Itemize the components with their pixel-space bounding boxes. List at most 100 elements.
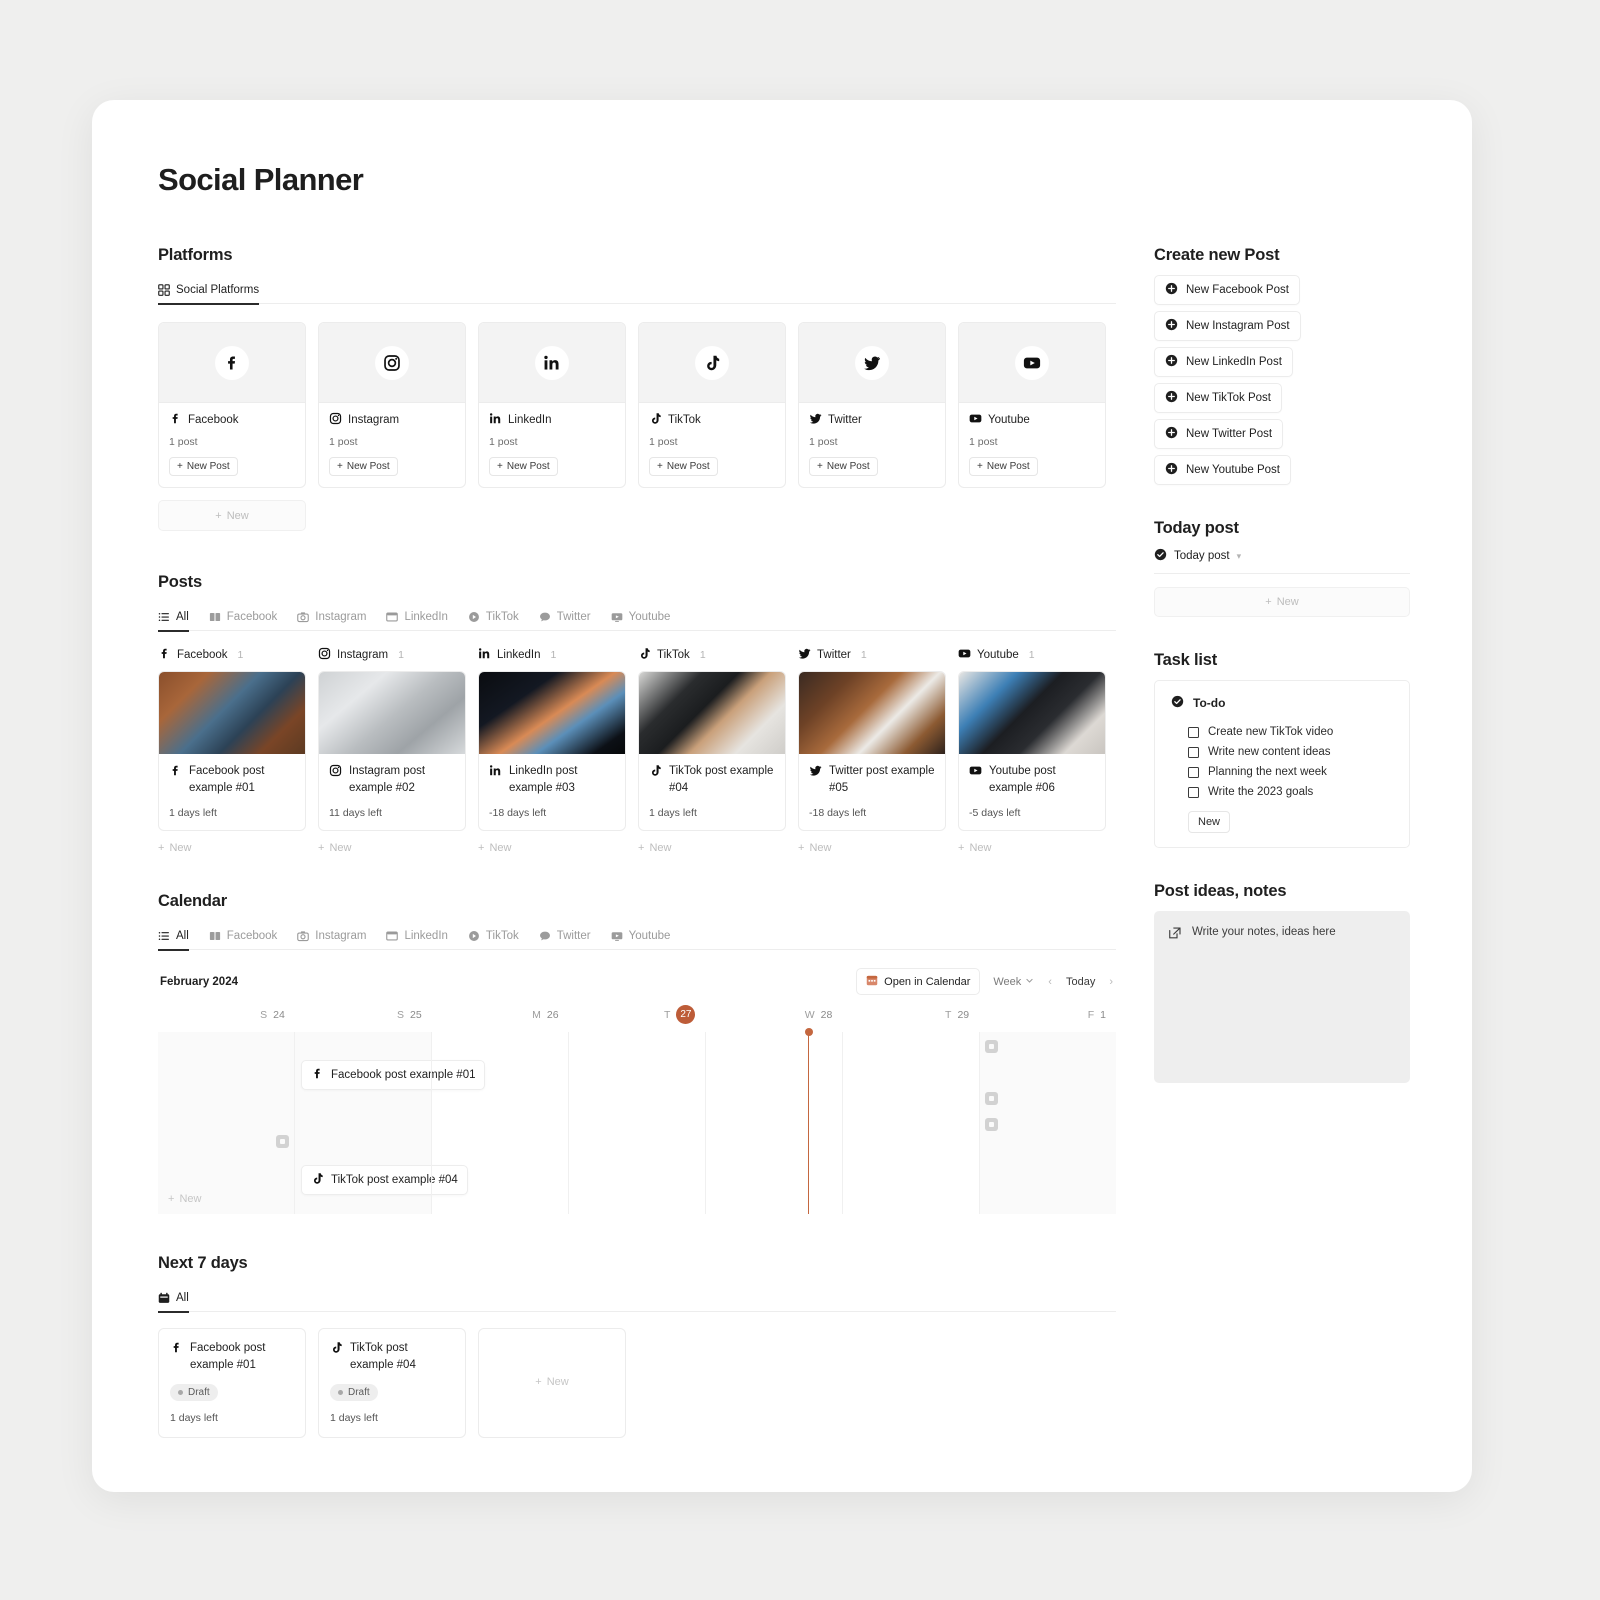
create-post-button[interactable]: New Instagram Post <box>1154 311 1301 341</box>
platform-card[interactable]: TikTok 1 post + New Post <box>638 322 786 488</box>
post-column-add-button[interactable]: + New <box>318 842 466 854</box>
post-column-add-button[interactable]: + New <box>478 842 626 854</box>
open-in-calendar-button[interactable]: Open in Calendar <box>856 968 981 996</box>
calendar-today-button[interactable]: Today <box>1066 976 1095 988</box>
tab-linkedin[interactable]: LinkedIn <box>386 923 448 950</box>
post-card[interactable]: Youtube post example #06 -5 days left <box>958 671 1106 832</box>
calendar-event-handle[interactable] <box>276 1135 289 1149</box>
platform-card[interactable]: Twitter 1 post + New Post <box>798 322 946 488</box>
tab-youtube[interactable]: Youtube <box>611 923 670 950</box>
screen-icon <box>611 930 623 942</box>
next7-card[interactable]: Facebook post example #01 Draft 1 days lef… <box>158 1328 306 1438</box>
task-item[interactable]: Write new content ideas <box>1171 742 1395 762</box>
calendar-day-header[interactable]: W 28 <box>705 1005 842 1032</box>
task-item[interactable]: Create new TikTok video <box>1171 722 1395 742</box>
today-post-group[interactable]: Today post ▾ <box>1154 548 1410 574</box>
calendar-day-header[interactable]: S 25 <box>295 1005 432 1032</box>
platform-card-body: TikTok 1 post + New Post <box>639 403 785 487</box>
calendar-view-select[interactable]: Week <box>993 976 1034 988</box>
next7-card[interactable]: TikTok post example #04 Draft 1 days left <box>318 1328 466 1438</box>
calendar-day-column[interactable]: Facebook post example #01 TikTok post exa… <box>294 1032 486 1215</box>
task-checkbox[interactable] <box>1188 766 1199 778</box>
calendar-day-header[interactable]: T 29 <box>842 1005 979 1032</box>
calendar-event-handle[interactable] <box>985 1040 998 1054</box>
task-group-header[interactable]: To-do <box>1171 695 1395 711</box>
calendar-day-column[interactable] <box>979 1032 1116 1215</box>
post-column-add-button[interactable]: + New <box>798 842 946 854</box>
calendar-event-handle[interactable] <box>985 1092 998 1106</box>
platform-new-post-button[interactable]: + New Post <box>809 457 878 476</box>
create-post-button[interactable]: New Twitter Post <box>1154 419 1284 449</box>
calendar-day-date: 28 <box>820 1008 833 1021</box>
calendar-add-event[interactable]: + New <box>168 1193 201 1205</box>
platform-card[interactable]: Facebook 1 post + New Post <box>158 322 306 488</box>
platform-card[interactable]: Instagram 1 post + New Post <box>318 322 466 488</box>
post-column-add-button[interactable]: + New <box>158 842 306 854</box>
platform-new-post-button[interactable]: + New Post <box>329 457 398 476</box>
tab-all[interactable]: All <box>158 923 189 951</box>
calendar-day-header[interactable]: S 24 <box>158 1005 295 1032</box>
task-item[interactable]: Planning the next week <box>1171 762 1395 782</box>
calendar-day-column[interactable] <box>842 1032 979 1215</box>
task-checkbox[interactable] <box>1188 746 1199 758</box>
platforms-tabbar: Social Platforms <box>158 277 1116 305</box>
next7-add-card[interactable]: + New <box>478 1328 626 1438</box>
platform-new-post-button[interactable]: + New Post <box>969 457 1038 476</box>
tab-all[interactable]: All <box>158 604 189 632</box>
calendar-day-header[interactable]: T 27 <box>569 1005 706 1032</box>
calendar-day-column[interactable] <box>158 1032 294 1215</box>
task-item[interactable]: Write the 2023 goals <box>1171 782 1395 802</box>
post-column-add-button[interactable]: + New <box>638 842 786 854</box>
calendar-day-column[interactable] <box>705 1032 842 1215</box>
create-post-button[interactable]: New Facebook Post <box>1154 275 1300 305</box>
tab-social-platforms[interactable]: Social Platforms <box>158 277 260 305</box>
create-post-button[interactable]: New Youtube Post <box>1154 455 1291 485</box>
next7-title-row: TikTok post example #04 <box>330 1340 454 1373</box>
add-platform-button[interactable]: + New <box>158 500 306 531</box>
post-card[interactable]: LinkedIn post example #03 -18 days left <box>478 671 626 832</box>
notes-box[interactable]: Write your notes, ideas here <box>1154 911 1410 1083</box>
post-card[interactable]: Instagram post example #02 11 days left <box>318 671 466 832</box>
tab-instagram[interactable]: Instagram <box>297 923 366 950</box>
platform-new-post-button[interactable]: + New Post <box>649 457 718 476</box>
create-post-button[interactable]: New TikTok Post <box>1154 383 1282 413</box>
calendar-next-button[interactable]: › <box>1108 976 1114 988</box>
tab-twitter[interactable]: Twitter <box>539 923 591 950</box>
tab-label: Facebook <box>226 930 278 943</box>
task-label: Planning the next week <box>1208 766 1327 778</box>
platform-new-post-button[interactable]: + New Post <box>489 457 558 476</box>
tab-next7-all[interactable]: All <box>158 1285 189 1313</box>
post-column-add-button[interactable]: + New <box>958 842 1106 854</box>
tab-facebook[interactable]: Facebook <box>209 923 278 950</box>
calendar-day-column[interactable] <box>568 1032 705 1215</box>
tab-youtube[interactable]: Youtube <box>611 604 670 631</box>
task-new-button[interactable]: New <box>1188 811 1231 833</box>
tab-tiktok[interactable]: TikTok <box>468 923 519 950</box>
twitter-icon <box>809 763 822 783</box>
calendar-day-column[interactable] <box>431 1032 568 1215</box>
create-post-button[interactable]: New LinkedIn Post <box>1154 347 1293 377</box>
calendar-prev-button[interactable]: ‹ <box>1047 976 1053 988</box>
task-group-label: To-do <box>1193 696 1226 710</box>
post-column-platform: TikTok <box>657 649 690 661</box>
post-card[interactable]: Twitter post example #05 -18 days left <box>798 671 946 832</box>
tab-tiktok[interactable]: TikTok <box>468 604 519 631</box>
post-card[interactable]: TikTok post example #04 1 days left <box>638 671 786 832</box>
calendar-day-date: 25 <box>410 1008 422 1021</box>
post-card-body: TikTok post example #04 1 days left <box>639 754 785 830</box>
task-checkbox[interactable] <box>1188 726 1199 738</box>
task-checkbox[interactable] <box>1188 786 1199 798</box>
tab-twitter[interactable]: Twitter <box>539 604 591 631</box>
calendar-event-handle[interactable] <box>985 1118 998 1132</box>
post-card[interactable]: Facebook post example #01 1 days left <box>158 671 306 832</box>
tab-facebook[interactable]: Facebook <box>209 604 277 631</box>
calendar-day-header[interactable]: M 26 <box>432 1005 569 1032</box>
platform-card[interactable]: Youtube 1 post + New Post <box>958 322 1106 488</box>
tab-instagram[interactable]: Instagram <box>297 604 366 631</box>
today-post-add-button[interactable]: + New <box>1154 587 1410 617</box>
platform-card[interactable]: LinkedIn 1 post + New Post <box>478 322 626 488</box>
platform-new-post-button[interactable]: + New Post <box>169 457 238 476</box>
plus-circle-icon <box>1165 318 1178 334</box>
calendar-day-header[interactable]: F1 <box>979 1005 1116 1032</box>
tab-linkedin[interactable]: LinkedIn <box>386 604 448 631</box>
